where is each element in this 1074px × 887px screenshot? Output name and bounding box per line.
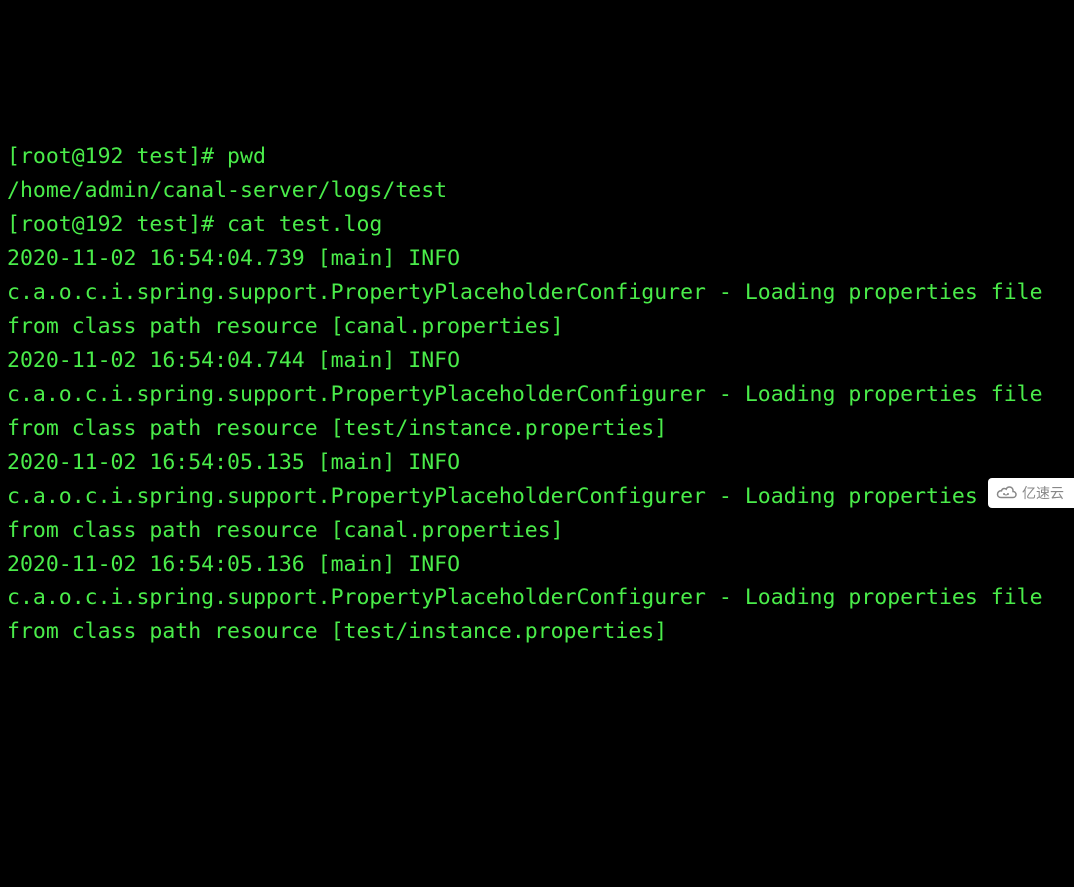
watermark-text: 亿速云 — [1022, 482, 1064, 504]
terminal-line: 2020-11-02 16:54:04.739 [main] INFO c.a.… — [7, 242, 1067, 344]
terminal-line: [root@192 test]# cat test.log — [7, 208, 1067, 242]
terminal-line: 2020-11-02 16:54:04.744 [main] INFO c.a.… — [7, 344, 1067, 446]
terminal-output: [root@192 test]# pwd/home/admin/canal-se… — [7, 140, 1067, 650]
terminal-line: [root@192 test]# pwd — [7, 140, 1067, 174]
cloud-icon — [996, 486, 1018, 500]
terminal-line: 2020-11-02 16:54:05.135 [main] INFO c.a.… — [7, 446, 1067, 548]
terminal-line: /home/admin/canal-server/logs/test — [7, 174, 1067, 208]
watermark-badge: 亿速云 — [988, 478, 1074, 508]
terminal-line: 2020-11-02 16:54:05.136 [main] INFO c.a.… — [7, 548, 1067, 650]
